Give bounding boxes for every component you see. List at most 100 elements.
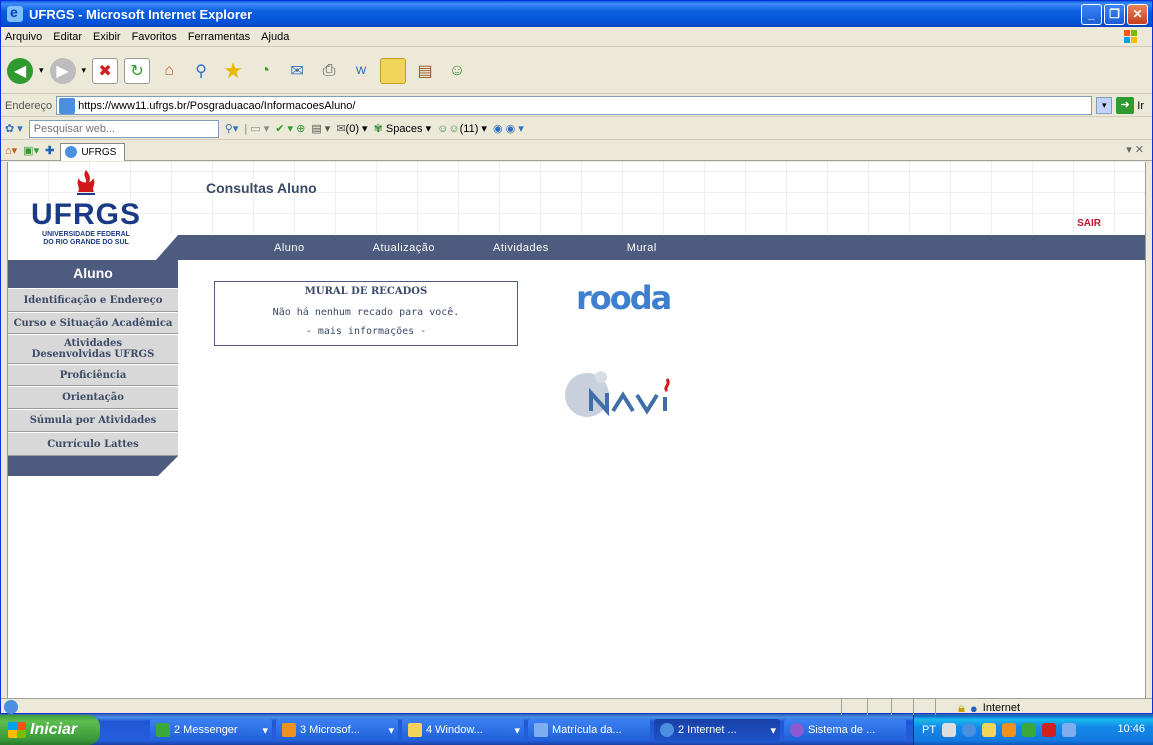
tab-bar: ⌂▾ ▣▾ ✚ UFRGS ▾ ✕	[1, 141, 1152, 161]
word-icon[interactable]: W	[348, 58, 374, 84]
home-icon[interactable]: ⌂	[156, 58, 182, 84]
sidebar-item-identificacao[interactable]: Identificação e Endereço	[8, 288, 178, 312]
home-tab-icon[interactable]: ⌂▾	[5, 144, 17, 157]
sidebar-item-atividades[interactable]: Atividades Desenvolvidas UFRGS	[8, 334, 178, 364]
menu-arquivo[interactable]: Arquivo	[5, 31, 42, 43]
menu-ajuda[interactable]: Ajuda	[261, 31, 289, 43]
menu-exibir[interactable]: Exibir	[93, 31, 121, 43]
tab-close-icon[interactable]: ▾ ✕	[1126, 143, 1144, 156]
quick-tabs-icon[interactable]: ▣▾	[23, 144, 39, 157]
task-internet[interactable]: 2 Internet ... ▾	[654, 719, 780, 741]
messenger-task-icon	[156, 723, 170, 737]
browser-window: UFRGS - Microsoft Internet Explorer _ ❐ …	[0, 0, 1153, 716]
nav-atividades[interactable]: Atividades	[493, 242, 549, 254]
nav-aluno[interactable]: Aluno	[274, 242, 305, 254]
address-bar: Endereço https://www11.ufrgs.br/Posgradu…	[1, 95, 1152, 117]
favorites-icon[interactable]: ★	[220, 58, 246, 84]
ati-tray-icon[interactable]	[1042, 723, 1057, 737]
office-tray-icon[interactable]	[1002, 723, 1017, 737]
sidebar-item-lattes[interactable]: Currículo Lattes	[8, 432, 178, 456]
highlight-icon[interactable]: ✔ ▾ ⊕	[275, 122, 305, 135]
logo-text: UFRGS	[31, 198, 141, 231]
spaces-button[interactable]: ✾ Spaces ▾	[374, 122, 432, 135]
mail-tray-icon[interactable]	[982, 723, 997, 737]
research-icon[interactable]: ▤	[412, 58, 438, 84]
web-search-input[interactable]	[28, 119, 219, 138]
go-button[interactable]: ➜ Ir	[1116, 97, 1144, 114]
address-label: Endereço	[5, 99, 53, 112]
go-arrow-icon: ➜	[1116, 97, 1135, 114]
flame-logo-icon	[77, 170, 95, 195]
ufrgs-logo[interactable]: UFRGS UNIVERSIDADE FEDERAL DO RIO GRANDE…	[16, 170, 156, 258]
menu-ferramentas[interactable]: Ferramentas	[188, 31, 250, 43]
navi-logo[interactable]	[563, 365, 703, 425]
search-icon[interactable]: ⚲	[188, 58, 214, 84]
status-cell	[891, 699, 892, 716]
notes-icon[interactable]	[380, 57, 407, 84]
messenger-tray-icon[interactable]	[1022, 723, 1037, 737]
clock[interactable]: 10:46	[1117, 723, 1145, 735]
start-button[interactable]: Iniciar	[0, 715, 100, 745]
alert-icon[interactable]: ◉ ◉ ▾	[493, 122, 524, 135]
mail-count[interactable]: ✉(0) ▾	[336, 122, 367, 135]
close-button[interactable]: ✕	[1127, 4, 1148, 25]
network-icon[interactable]	[962, 723, 977, 737]
menu-editar[interactable]: Editar	[53, 31, 82, 43]
mail-icon[interactable]: ✉	[284, 58, 310, 84]
security-zone[interactable]: 🔒︎ ● Internet	[958, 700, 1020, 716]
sidebar-item-sumula[interactable]: Súmula por Atividades	[8, 409, 178, 432]
task-messenger[interactable]: 2 Messenger ▾	[150, 719, 272, 741]
sidebar-item-orientacao[interactable]: Orientação	[8, 386, 178, 409]
task-sistema[interactable]: Sistema de ...	[784, 719, 906, 741]
nav-band-slant	[156, 235, 178, 260]
messenger-icon[interactable]: ☺	[444, 58, 470, 84]
history-icon[interactable]: ◔	[252, 58, 278, 84]
nav-atualizacao[interactable]: Atualização	[373, 242, 435, 254]
rooda-logo[interactable]: rooda	[576, 279, 672, 317]
msn-icon[interactable]: ✿ ▾	[5, 122, 23, 135]
print-icon[interactable]: ⎙	[316, 58, 342, 84]
speaker-icon[interactable]	[1062, 723, 1077, 737]
forward-icon[interactable]: ▶	[49, 57, 76, 84]
logo-sub2: DO RIO GRANDE DO SUL	[43, 239, 129, 246]
page-header	[8, 162, 1145, 234]
tab-ufrgs[interactable]: UFRGS	[60, 142, 126, 161]
window-title: UFRGS - Microsoft Internet Explorer	[29, 6, 253, 22]
system-task-icon	[790, 723, 804, 737]
address-url[interactable]: https://www11.ufrgs.br/Posgraduacao/Info…	[78, 100, 355, 112]
sidebar-item-curso[interactable]: Curso e Situação Acadêmica	[8, 312, 178, 334]
minimize-button[interactable]: _	[1081, 4, 1102, 25]
search-go-icon[interactable]: ⚲▾	[225, 122, 239, 135]
address-field[interactable]: https://www11.ufrgs.br/Posgraduacao/Info…	[56, 96, 1093, 115]
document-task-icon	[534, 723, 548, 737]
sidebar-footer	[8, 456, 178, 476]
windows-flag-icon	[8, 722, 26, 738]
contacts-count[interactable]: ☺☺(11) ▾	[437, 122, 487, 135]
stop-icon[interactable]: ✖	[92, 57, 119, 84]
nav-mural[interactable]: Mural	[627, 242, 657, 254]
logout-link[interactable]: SAIR	[1077, 218, 1101, 229]
back-icon[interactable]: ◀	[7, 57, 33, 84]
address-dropdown-icon[interactable]: ▾	[1096, 97, 1113, 114]
maximize-button[interactable]: ❐	[1104, 4, 1125, 25]
refresh-icon[interactable]: ↻	[124, 57, 151, 84]
keyboard-icon[interactable]	[942, 723, 957, 737]
task-matricula[interactable]: Matrícula da...	[528, 719, 650, 741]
title-bar[interactable]: UFRGS - Microsoft Internet Explorer _ ❐ …	[1, 1, 1152, 27]
sidebar-item-proficiencia[interactable]: Proficiência	[8, 364, 178, 386]
sidebar: Aluno Identificação e Endereço Curso e S…	[8, 260, 178, 476]
logo-sub1: UNIVERSIDADE FEDERAL	[42, 231, 130, 238]
more-info-link[interactable]: - mais informações -	[215, 326, 517, 337]
rss-icon[interactable]: ▤ ▾	[311, 122, 330, 135]
menu-favoritos[interactable]: Favoritos	[132, 31, 177, 43]
new-tab-icon[interactable]: ✚	[45, 144, 54, 157]
office-task-icon	[282, 723, 296, 737]
language-indicator[interactable]: PT	[922, 724, 936, 736]
task-microsoft[interactable]: 3 Microsof... ▾	[276, 719, 398, 741]
navi-logo-icon	[565, 371, 670, 417]
status-cell	[867, 699, 868, 716]
status-cell	[935, 699, 936, 716]
task-windows[interactable]: 4 Window... ▾	[402, 719, 524, 741]
status-cell	[841, 699, 842, 716]
page-status-icon	[4, 700, 18, 714]
